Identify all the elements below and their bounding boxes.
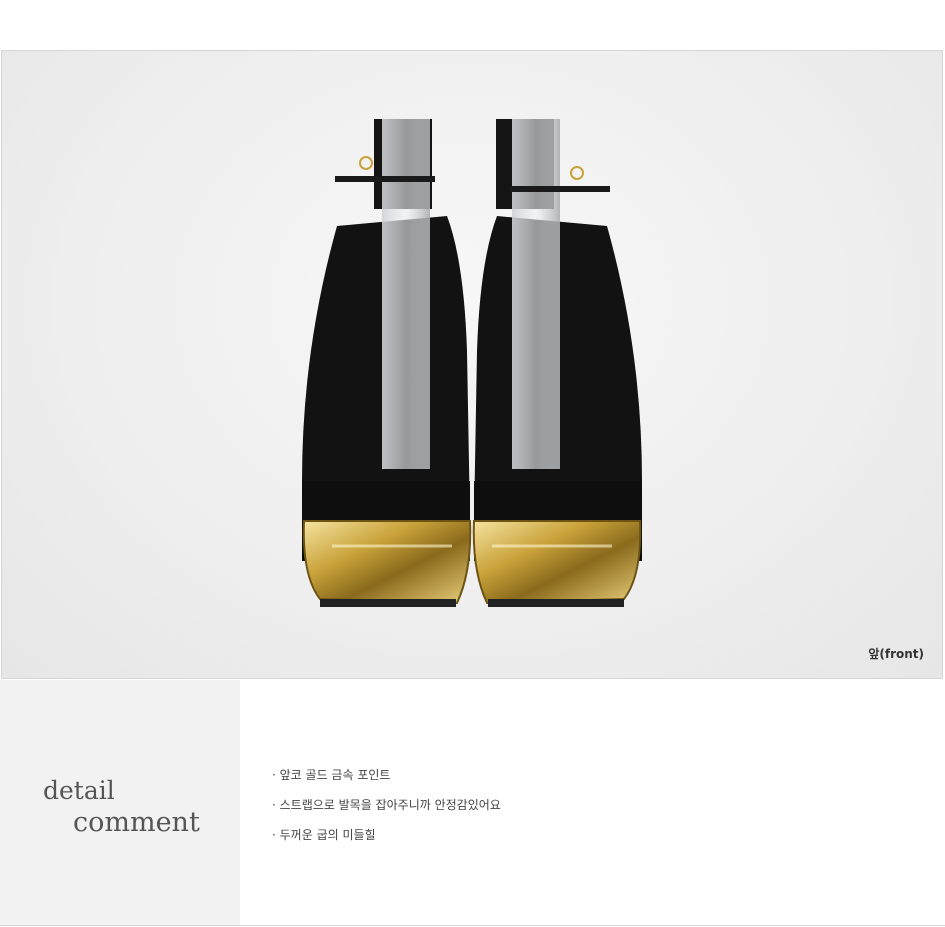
detail-heading-line2: comment: [73, 807, 200, 839]
divider: [0, 925, 945, 926]
detail-comment-heading: detail comment: [43, 775, 200, 840]
detail-heading-line1: detail: [43, 776, 115, 805]
photo-caption: 앞(front): [868, 647, 924, 661]
left-shoe: [302, 119, 472, 607]
right-shoe: [472, 119, 642, 607]
product-photo: 앞(front): [1, 50, 943, 679]
list-item: · 스트랩으로 발목을 잡아주니까 안정감있어요: [272, 798, 501, 812]
detail-bullet-list: · 앞코 골드 금속 포인트 · 스트랩으로 발목을 잡아주니까 안정감있어요 …: [272, 766, 501, 856]
list-item: · 앞코 골드 금속 포인트: [272, 768, 391, 782]
shoe-photo-illustration: [302, 119, 642, 607]
list-item: · 두꺼운 굽의 미들힐: [272, 828, 376, 842]
